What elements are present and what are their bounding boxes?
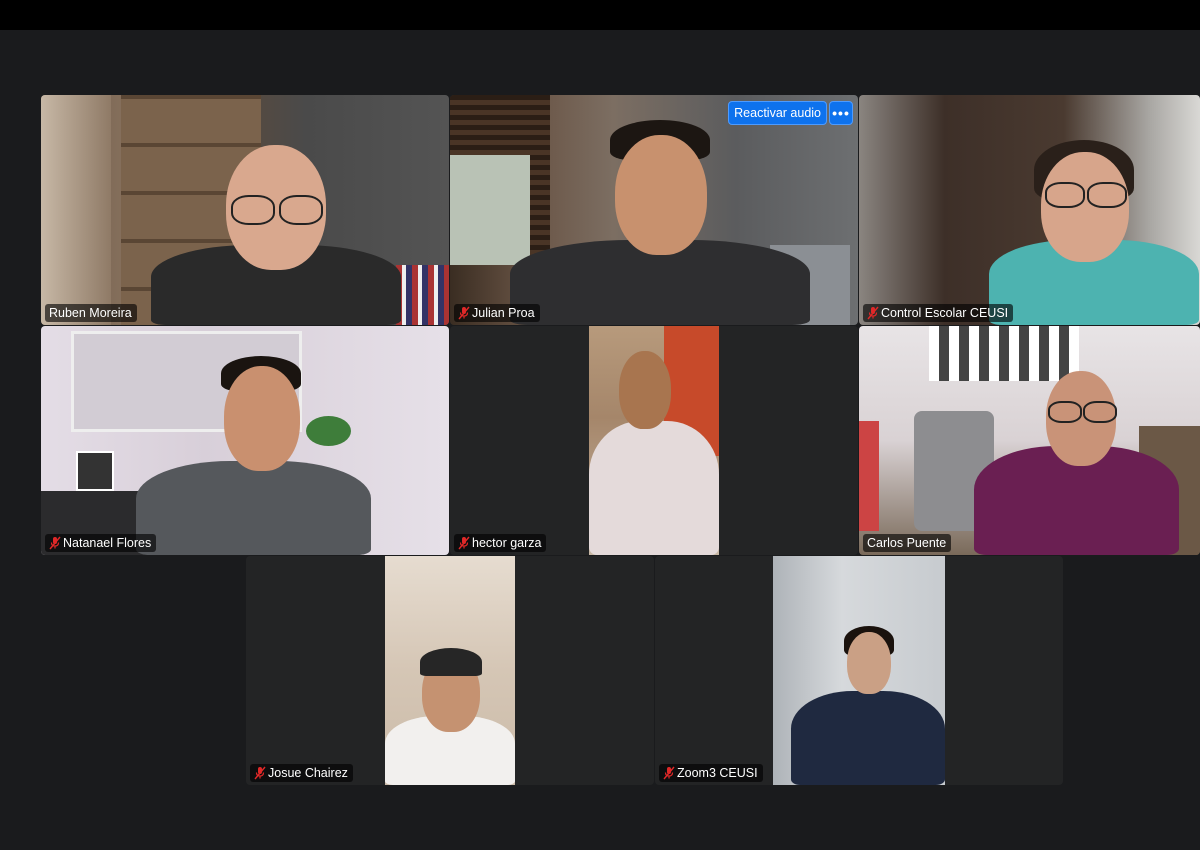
participant-figure — [151, 145, 401, 325]
participant-name-tag: Carlos Puente — [863, 534, 952, 552]
participant-video — [589, 326, 719, 555]
gallery-view: Ruben Moreira Reactivar audio ••• Julian… — [0, 30, 1200, 850]
participant-tile-carlos-puente[interactable]: Carlos Puente — [859, 326, 1200, 555]
participant-name: Ruben Moreira — [49, 306, 132, 320]
participant-tile-control-escolar-ceusi[interactable]: Control Escolar CEUSI — [859, 95, 1200, 325]
participant-video — [385, 556, 515, 785]
participant-figure — [791, 626, 945, 785]
participant-name: Zoom3 CEUSI — [677, 766, 758, 780]
participant-video — [41, 95, 449, 325]
muted-mic-icon — [458, 536, 470, 550]
window-top-bar — [0, 0, 1200, 30]
participant-tile-josue-chairez[interactable]: Josue Chairez — [246, 556, 654, 785]
participant-name: Josue Chairez — [268, 766, 348, 780]
participant-name: Carlos Puente — [867, 536, 947, 550]
muted-mic-icon — [867, 306, 879, 320]
participant-video — [859, 95, 1200, 325]
reactivate-audio-button[interactable]: Reactivar audio — [728, 101, 827, 125]
participant-video — [450, 95, 858, 325]
participant-figure — [385, 646, 515, 785]
participant-name-tag: Ruben Moreira — [45, 304, 137, 322]
participant-tile-zoom3-ceusi[interactable]: Zoom3 CEUSI — [655, 556, 1063, 785]
more-icon: ••• — [832, 105, 850, 121]
participant-tile-julian-proa[interactable]: Reactivar audio ••• Julian Proa — [450, 95, 858, 325]
participant-figure — [589, 351, 719, 555]
participant-video — [41, 326, 449, 555]
participant-figure — [510, 120, 810, 325]
participant-video — [859, 326, 1200, 555]
participant-name: Natanael Flores — [63, 536, 152, 550]
participant-tile-natanael-flores[interactable]: Natanael Flores — [41, 326, 449, 555]
participant-name-tag: hector garza — [454, 534, 547, 552]
participant-figure — [974, 371, 1179, 555]
participant-figure — [136, 356, 371, 555]
participant-name: hector garza — [472, 536, 542, 550]
participant-name-tag: Natanael Flores — [45, 534, 157, 552]
participant-name-tag: Control Escolar CEUSI — [863, 304, 1014, 322]
participant-video — [773, 556, 945, 785]
participant-tile-hector-garza[interactable]: hector garza — [450, 326, 858, 555]
muted-mic-icon — [49, 536, 61, 550]
muted-mic-icon — [254, 766, 266, 780]
participant-name: Control Escolar CEUSI — [881, 306, 1009, 320]
participant-figure — [989, 140, 1199, 325]
participant-name-tag: Zoom3 CEUSI — [659, 764, 763, 782]
more-options-button[interactable]: ••• — [829, 101, 853, 125]
muted-mic-icon — [663, 766, 675, 780]
participant-tile-ruben-moreira[interactable]: Ruben Moreira — [41, 95, 449, 325]
participant-name: Julian Proa — [472, 306, 535, 320]
muted-mic-icon — [458, 306, 470, 320]
participant-name-tag: Josue Chairez — [250, 764, 353, 782]
participant-name-tag: Julian Proa — [454, 304, 540, 322]
